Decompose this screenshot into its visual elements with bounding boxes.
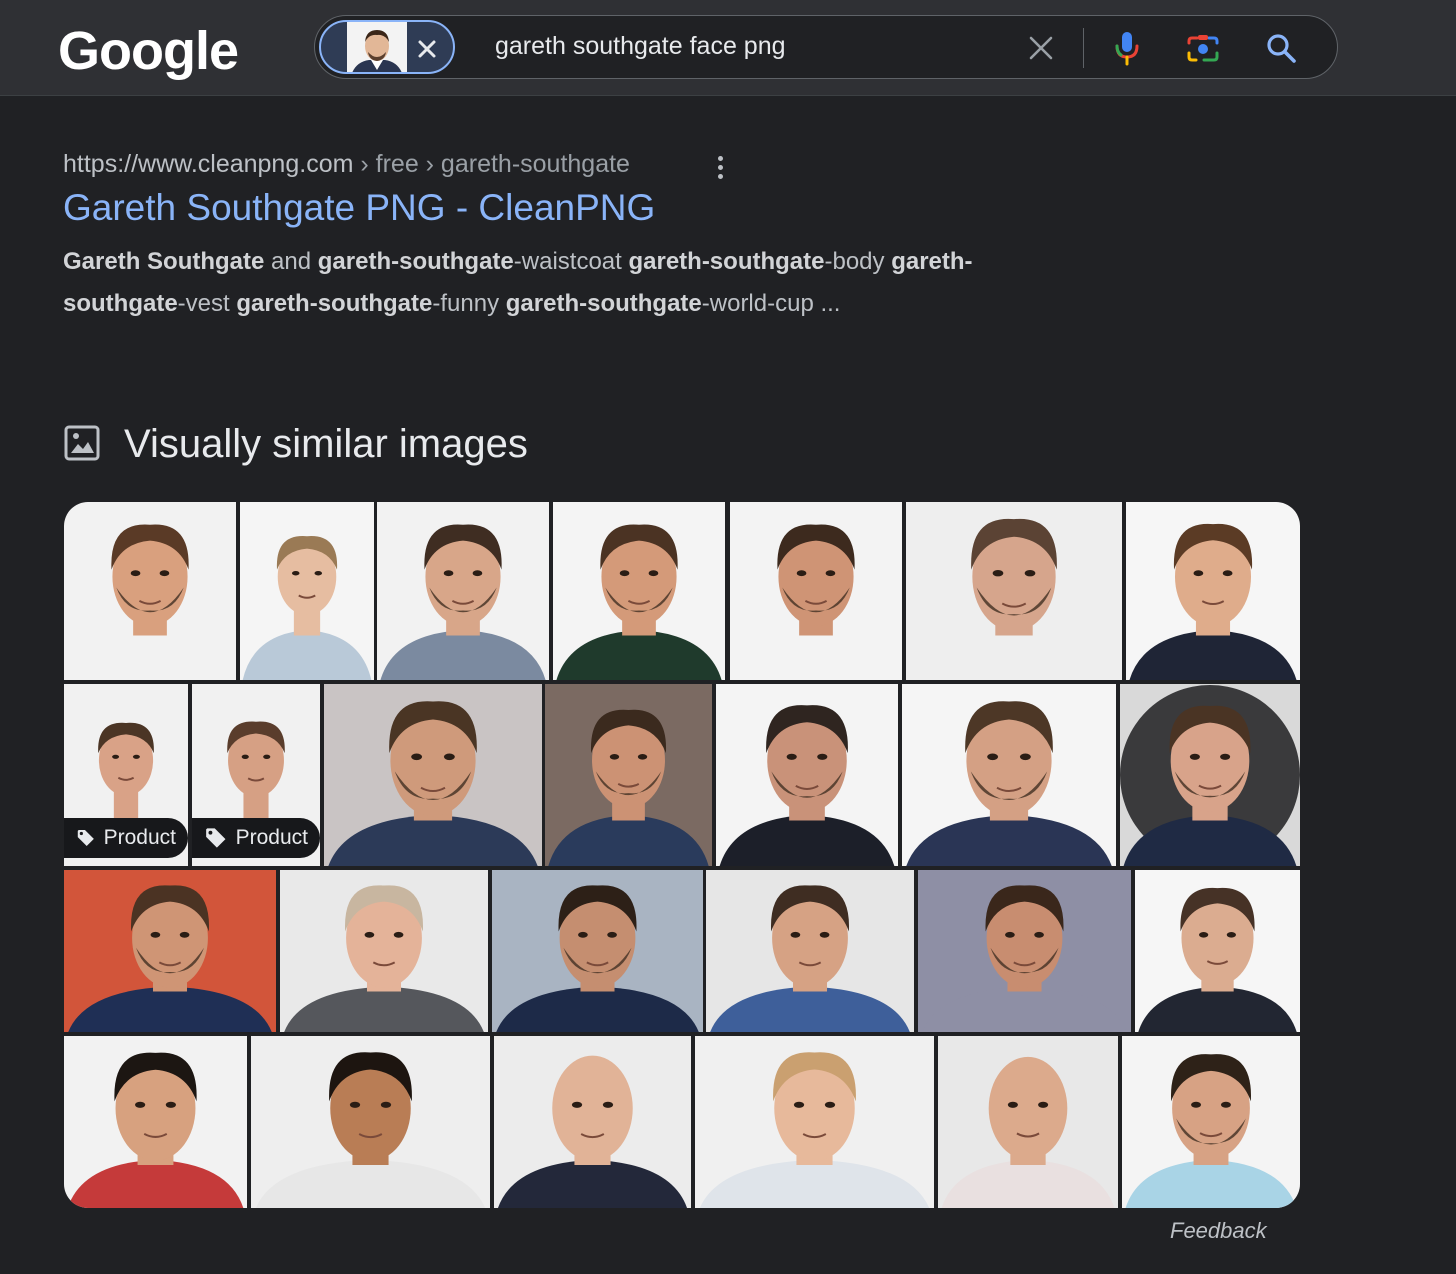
tag-icon — [206, 828, 226, 848]
portrait-thumbnail — [280, 870, 488, 1032]
portrait-thumbnail — [902, 684, 1116, 866]
snippet-text: and — [264, 248, 318, 275]
similar-image-tile[interactable] — [64, 502, 236, 680]
image-query-chip[interactable] — [319, 20, 455, 74]
similar-image-tile[interactable] — [64, 870, 276, 1032]
search-result: https://www.cleanpng.com › free › gareth… — [63, 150, 1083, 325]
product-tag[interactable]: Product — [192, 818, 320, 858]
similar-images-grid: Product Product — [64, 502, 1300, 1208]
snippet-text: -body — [824, 248, 892, 275]
search-input[interactable]: gareth southgate face png — [495, 32, 786, 61]
search-icon[interactable] — [1261, 28, 1301, 68]
clear-icon[interactable] — [1021, 28, 1061, 68]
portrait-thumbnail — [492, 870, 703, 1032]
portrait-thumbnail — [716, 684, 898, 866]
similar-image-tile[interactable] — [545, 684, 712, 866]
portrait-thumbnail — [695, 1036, 934, 1208]
similar-image-tile[interactable] — [906, 502, 1122, 680]
tag-icon — [77, 829, 94, 847]
section-title: Visually similar images — [124, 422, 528, 466]
result-domain: https://www.cleanpng.com — [63, 150, 354, 178]
image-icon — [63, 424, 101, 462]
portrait-thumbnail — [324, 684, 542, 866]
similar-image-tile[interactable] — [1135, 870, 1300, 1032]
portrait-thumbnail — [706, 870, 914, 1032]
similar-image-tile[interactable] — [494, 1036, 691, 1208]
search-divider — [1083, 28, 1084, 68]
similar-image-tile[interactable] — [706, 870, 914, 1032]
snippet-bold-term: gareth-southgate — [236, 290, 433, 317]
portrait-thumbnail — [938, 1036, 1118, 1208]
portrait-thumbnail — [64, 502, 236, 680]
portrait-thumbnail — [553, 502, 725, 680]
portrait-thumbnail — [730, 502, 902, 680]
snippet-text: -funny — [432, 290, 506, 317]
similar-image-tile[interactable] — [280, 870, 488, 1032]
portrait-thumbnail — [64, 870, 276, 1032]
portrait-thumbnail — [906, 502, 1122, 680]
portrait-thumbnail — [918, 870, 1131, 1032]
similar-image-tile[interactable] — [553, 502, 725, 680]
product-tag-label: Product — [235, 826, 308, 849]
snippet-text: -waistcoat — [513, 248, 629, 275]
similar-image-tile[interactable] — [1120, 684, 1300, 866]
similar-image-tile[interactable] — [492, 870, 703, 1032]
similar-image-tile[interactable] — [1122, 1036, 1300, 1208]
product-tag-label: Product — [103, 826, 176, 849]
portrait-thumbnail — [545, 684, 712, 866]
similar-image-tile[interactable]: Product — [192, 684, 320, 866]
snippet-bold-term: gareth-southgate — [628, 248, 825, 275]
result-snippet: Gareth Southgate and gareth-southgate-wa… — [63, 241, 1093, 325]
similar-image-tile[interactable] — [377, 502, 549, 680]
portrait-thumbnail — [1120, 684, 1300, 866]
snippet-bold-term: gareth-southgate — [317, 248, 514, 275]
google-logo[interactable]: Google — [58, 20, 239, 82]
similar-image-tile[interactable] — [695, 1036, 934, 1208]
result-title-link[interactable]: Gareth Southgate PNG - CleanPNG — [63, 187, 1083, 229]
similar-image-tile[interactable] — [918, 870, 1131, 1032]
query-image-thumbnail — [347, 22, 407, 72]
similar-image-tile[interactable] — [938, 1036, 1118, 1208]
portrait-thumbnail — [64, 1036, 247, 1208]
close-icon[interactable] — [401, 22, 453, 72]
similar-image-tile[interactable] — [902, 684, 1116, 866]
portrait-thumbnail — [494, 1036, 691, 1208]
similar-image-tile[interactable] — [240, 502, 374, 680]
top-bar: Google gareth southgate face png — [0, 0, 1456, 96]
similar-image-tile[interactable] — [324, 684, 542, 866]
snippet-text: -vest — [177, 290, 237, 317]
similar-image-tile[interactable] — [730, 502, 902, 680]
result-url[interactable]: https://www.cleanpng.com › free › gareth… — [63, 150, 1083, 179]
portrait-thumbnail — [377, 502, 549, 680]
similar-image-tile[interactable] — [716, 684, 898, 866]
similar-image-tile[interactable] — [1126, 502, 1300, 680]
portrait-thumbnail — [1122, 1036, 1300, 1208]
result-breadcrumb: › free › gareth-southgate — [353, 150, 630, 178]
similar-image-tile[interactable] — [64, 1036, 247, 1208]
feedback-link[interactable]: Feedback — [1170, 1218, 1267, 1244]
portrait-thumbnail — [251, 1036, 490, 1208]
portrait-thumbnail — [1135, 870, 1300, 1032]
mic-icon[interactable] — [1107, 28, 1147, 68]
snippet-bold-term: gareth-southgate — [505, 290, 702, 317]
similar-image-tile[interactable] — [251, 1036, 490, 1208]
product-tag[interactable]: Product — [64, 818, 188, 858]
lens-camera-icon[interactable] — [1183, 28, 1223, 68]
more-options-icon[interactable] — [715, 156, 725, 184]
similar-image-tile[interactable]: Product — [64, 684, 188, 866]
portrait-thumbnail — [1126, 502, 1300, 680]
snippet-bold-term: Gareth Southgate — [63, 248, 265, 275]
snippet-text: -world-cup ... — [701, 290, 841, 317]
portrait-thumbnail — [240, 502, 374, 680]
search-box[interactable]: gareth southgate face png — [314, 15, 1338, 79]
